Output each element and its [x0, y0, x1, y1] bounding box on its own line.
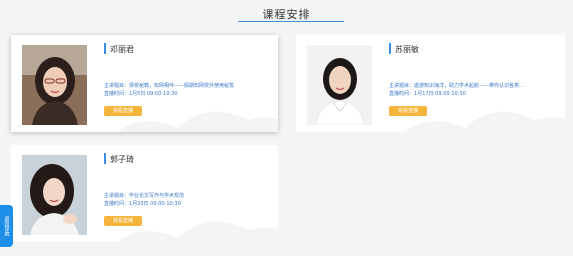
watch-live-button[interactable]: 观看直播: [389, 106, 427, 116]
teacher-card-1[interactable]: 邓丽君 主讲题目：择校秘籍，知网相伴——假期知网校外使用秘笈 直播时间：1月5日…: [11, 35, 278, 132]
teacher-photo: [22, 45, 87, 125]
section-title: 课程安排: [262, 8, 311, 21]
teacher-name: 郭子琦: [110, 155, 134, 164]
lecture-topic: 主讲题目：择校秘籍，知网相伴——假期知网校外使用秘笈: [104, 82, 274, 90]
name-accent-bar: [389, 43, 391, 54]
name-accent-bar: [104, 43, 106, 54]
time-label: 直播时间：: [104, 201, 130, 207]
topic-label: 主讲题目：: [389, 83, 415, 89]
time-text: 1月5日 09:00-10:30: [129, 91, 178, 97]
watch-live-button[interactable]: 观看直播: [104, 106, 142, 116]
teacher-card-3[interactable]: 郭子琦 主讲题目：毕业论文写作与学术规范 直播时间：1月20日 09:00-10…: [11, 145, 278, 242]
teacher-name: 邓丽君: [110, 45, 134, 54]
time-label: 直播时间：: [389, 91, 415, 97]
topic-text: 毕业论文写作与学术规范: [129, 193, 185, 199]
time-label: 直播时间：: [104, 91, 130, 97]
topic-text: 择校秘籍，知网相伴——假期知网校外使用秘笈: [129, 83, 235, 89]
time-text: 1月20日 09:00-10:30: [129, 201, 181, 207]
live-time: 直播时间：1月17日 09:00-10:30: [389, 90, 559, 98]
live-time: 直播时间：1月5日 09:00-10:30: [104, 90, 274, 98]
watch-live-button[interactable]: 观看直播: [104, 216, 142, 226]
lecture-topic: 主讲题目：遨游知识海洋，助力学术起航——带你认识各类...: [389, 82, 559, 90]
back-to-nav-tab[interactable]: 返回导航: [0, 205, 13, 247]
lecture-topic: 主讲题目：毕业论文写作与学术规范: [104, 192, 274, 200]
topic-label: 主讲题目：: [104, 83, 130, 89]
teacher-photo: [307, 45, 372, 125]
topic-text: 遨游知识海洋，助力学术起航——带你认识各类...: [414, 83, 524, 89]
teacher-card-2[interactable]: 苏丽敏 主讲题目：遨游知识海洋，助力学术起航——带你认识各类... 直播时间：1…: [296, 35, 565, 132]
name-accent-bar: [104, 153, 106, 164]
teacher-photo: [22, 155, 87, 235]
title-underline: [238, 21, 344, 22]
teacher-name: 苏丽敏: [395, 45, 419, 54]
topic-label: 主讲题目：: [104, 193, 130, 199]
live-time: 直播时间：1月20日 09:00-10:30: [104, 200, 274, 208]
time-text: 1月17日 09:00-10:30: [414, 91, 466, 97]
